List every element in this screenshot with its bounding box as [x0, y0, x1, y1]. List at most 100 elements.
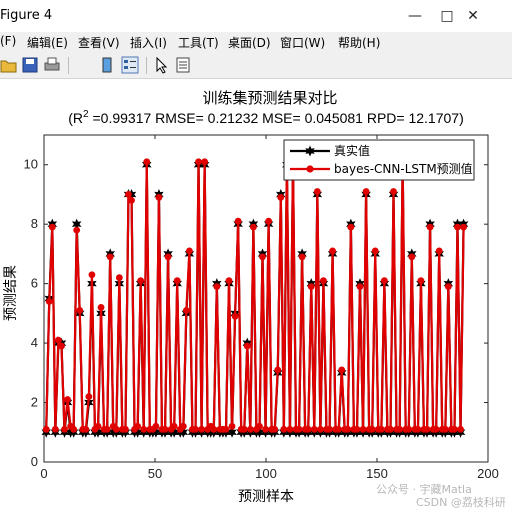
predicted-point: [460, 223, 467, 231]
menu-insert[interactable]: 插入(I): [130, 34, 167, 51]
predicted-point: [359, 425, 367, 433]
save-icon[interactable]: [21, 56, 39, 74]
menu-view[interactable]: 查看(V): [78, 34, 120, 51]
predicted-point: [85, 393, 93, 400]
predicted-point: [432, 425, 440, 433]
minimize-icon[interactable]: —: [404, 6, 426, 26]
y-tick-label: 10: [24, 157, 38, 172]
predicted-point: [329, 247, 336, 255]
predicted-point: [155, 194, 163, 201]
predicted-point: [164, 253, 172, 261]
predicted-point: [316, 425, 324, 433]
arrow-icon[interactable]: [153, 56, 171, 74]
predicted-point: [182, 306, 190, 314]
predicted-point: [234, 217, 242, 225]
predicted-point: [152, 422, 160, 430]
predicted-point: [426, 223, 434, 231]
x-axis-label: 预测样本: [238, 489, 294, 505]
legend-icon[interactable]: [121, 56, 139, 74]
chart-subtitle: (R2 =0.99317 RMSE= 0.21232 MSE= 0.045081…: [68, 109, 464, 126]
propertyeditor-icon[interactable]: [174, 56, 192, 74]
predicted-point: [304, 425, 312, 433]
watermark-text: CSDN @荔枝科研: [416, 496, 506, 509]
predicted-point: [454, 223, 461, 231]
menu-tools[interactable]: 工具(T): [178, 34, 219, 51]
chart-title: 训练集预测结果对比: [202, 89, 337, 107]
x-tick-label: 200: [477, 466, 499, 481]
predicted-point: [286, 425, 294, 433]
predicted-point: [192, 425, 199, 433]
predicted-point: [313, 188, 321, 195]
predicted-point: [82, 425, 90, 433]
predicted-point: [371, 247, 379, 255]
predicted-point: [210, 425, 218, 433]
predicted-point: [161, 425, 169, 433]
x-tick-label: 50: [148, 466, 162, 481]
predicted-point: [457, 425, 464, 433]
predicted-point: [222, 425, 230, 433]
menu-desktop[interactable]: 桌面(D): [228, 34, 271, 51]
predicted-point: [414, 425, 422, 433]
predicted-point: [298, 253, 306, 261]
predicted-point: [377, 425, 385, 433]
predicted-point: [417, 277, 425, 285]
subtitle-prefix: (R: [68, 110, 83, 126]
predicted-point: [246, 425, 254, 433]
toolbar-separator: [68, 57, 69, 74]
predicted-point: [97, 304, 105, 311]
predicted-point: [179, 422, 187, 430]
predicted-point: [265, 217, 273, 225]
x-tick-label: 150: [366, 466, 388, 481]
x-tick-label: 0: [40, 466, 47, 481]
predicted-point: [295, 425, 303, 433]
toolbar-separator: [146, 57, 147, 74]
predicted-point: [423, 425, 431, 433]
predicted-point: [405, 425, 413, 433]
figure-canvas: 训练集预测结果对比 (R2 =0.99317 RMSE= 0.21232 MSE…: [0, 79, 512, 511]
print-icon[interactable]: [43, 56, 61, 74]
predicted-point: [115, 274, 123, 282]
menu-bar: (F) 编辑(E) 查看(V) 插入(I) 工具(T) 桌面(D) 窗口(W) …: [0, 32, 512, 52]
predicted-point: [140, 425, 148, 433]
open-icon[interactable]: [0, 56, 18, 74]
predicted-point: [143, 158, 151, 166]
predicted-point: [444, 283, 452, 291]
predicted-point: [173, 277, 181, 285]
predicted-point: [368, 425, 376, 433]
predicted-point: [256, 422, 263, 430]
legend-label: 真实值: [334, 143, 370, 158]
predicted-point: [310, 425, 318, 433]
y-tick-label: 6: [31, 276, 38, 291]
predicted-point: [408, 253, 416, 261]
predicted-point: [137, 277, 145, 285]
predicted-point: [128, 197, 135, 204]
plot-svg: 训练集预测结果对比 (R2 =0.99317 RMSE= 0.21232 MSE…: [3, 89, 499, 505]
y-tick-label: 2: [31, 395, 38, 410]
predicted-point: [274, 366, 282, 374]
predicted-point: [134, 422, 142, 430]
predicted-point: [277, 194, 285, 201]
menu-file[interactable]: (F): [0, 34, 16, 48]
predicted-point: [225, 277, 233, 285]
predicted-point: [55, 336, 62, 344]
y-tick-label: 0: [31, 454, 38, 469]
predicted-point: [48, 223, 56, 231]
predicted-point: [45, 298, 53, 305]
predicted-point: [201, 158, 209, 166]
predicted-point: [51, 425, 59, 433]
predicted-point: [451, 425, 458, 433]
predicted-point: [103, 425, 111, 433]
predicted-point: [240, 425, 248, 433]
menu-window[interactable]: 窗口(W): [280, 34, 325, 51]
predicted-point: [259, 253, 266, 261]
menu-help[interactable]: 帮助(H): [338, 34, 380, 51]
colorbar-icon[interactable]: [98, 56, 116, 74]
close-icon[interactable]: ✕: [462, 6, 484, 26]
menu-edit[interactable]: 编辑(E): [27, 34, 68, 51]
toolbar: [0, 52, 512, 79]
maximize-icon[interactable]: □: [436, 6, 458, 26]
predicted-point: [106, 253, 114, 261]
predicted-point: [228, 422, 236, 430]
predicted-point: [195, 158, 202, 166]
predicted-point: [335, 425, 343, 433]
